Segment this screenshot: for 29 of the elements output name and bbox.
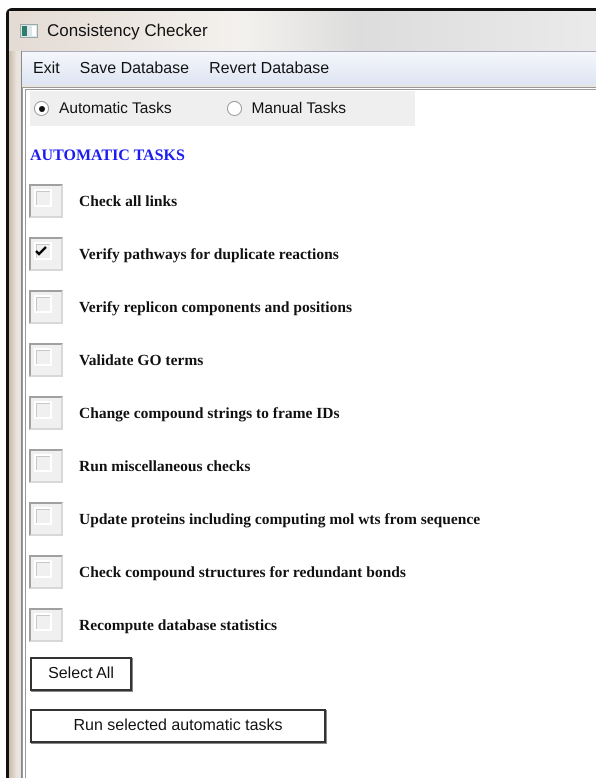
task-label: Validate GO terms	[79, 352, 204, 370]
checkbox[interactable]	[29, 237, 63, 271]
checkbox[interactable]	[29, 290, 63, 324]
task-label: Verify pathways for duplicate reactions	[79, 246, 339, 264]
checkbox[interactable]	[29, 184, 63, 218]
checkbox[interactable]	[29, 555, 63, 589]
checkbox[interactable]	[29, 396, 63, 430]
app-icon	[20, 24, 38, 38]
checkbox[interactable]	[29, 608, 63, 642]
task-label: Change compound strings to frame IDs	[79, 405, 340, 423]
task-label: Update proteins including computing mol wts from sequence	[79, 511, 480, 529]
select-all-button[interactable]: Select All	[30, 657, 132, 691]
checkmark-icon	[35, 246, 47, 256]
checkbox[interactable]	[29, 502, 63, 536]
task-label: Run miscellaneous checks	[79, 458, 250, 476]
run-tasks-button[interactable]: Run selected automatic tasks	[30, 709, 326, 743]
checkbox[interactable]	[29, 343, 63, 377]
task-label: Check compound structures for redundant bonds	[79, 564, 406, 582]
task-label: Recompute database statistics	[79, 617, 278, 635]
checkbox[interactable]	[29, 449, 63, 483]
window-title: Consistency Checker	[47, 21, 208, 41]
task-label: Verify replicon components and positions	[79, 299, 352, 317]
radio-option[interactable]: Automatic Tasks	[30, 100, 222, 118]
menu-item[interactable]: Exit	[33, 60, 60, 78]
task-label: Check all links	[79, 193, 178, 211]
menu-item[interactable]: Save Database	[80, 60, 190, 78]
menu-item[interactable]: Revert Database	[209, 60, 330, 78]
section-heading: AUTOMATIC TASKS	[30, 147, 186, 165]
radio-option[interactable]: Manual Tasks	[222, 100, 415, 118]
